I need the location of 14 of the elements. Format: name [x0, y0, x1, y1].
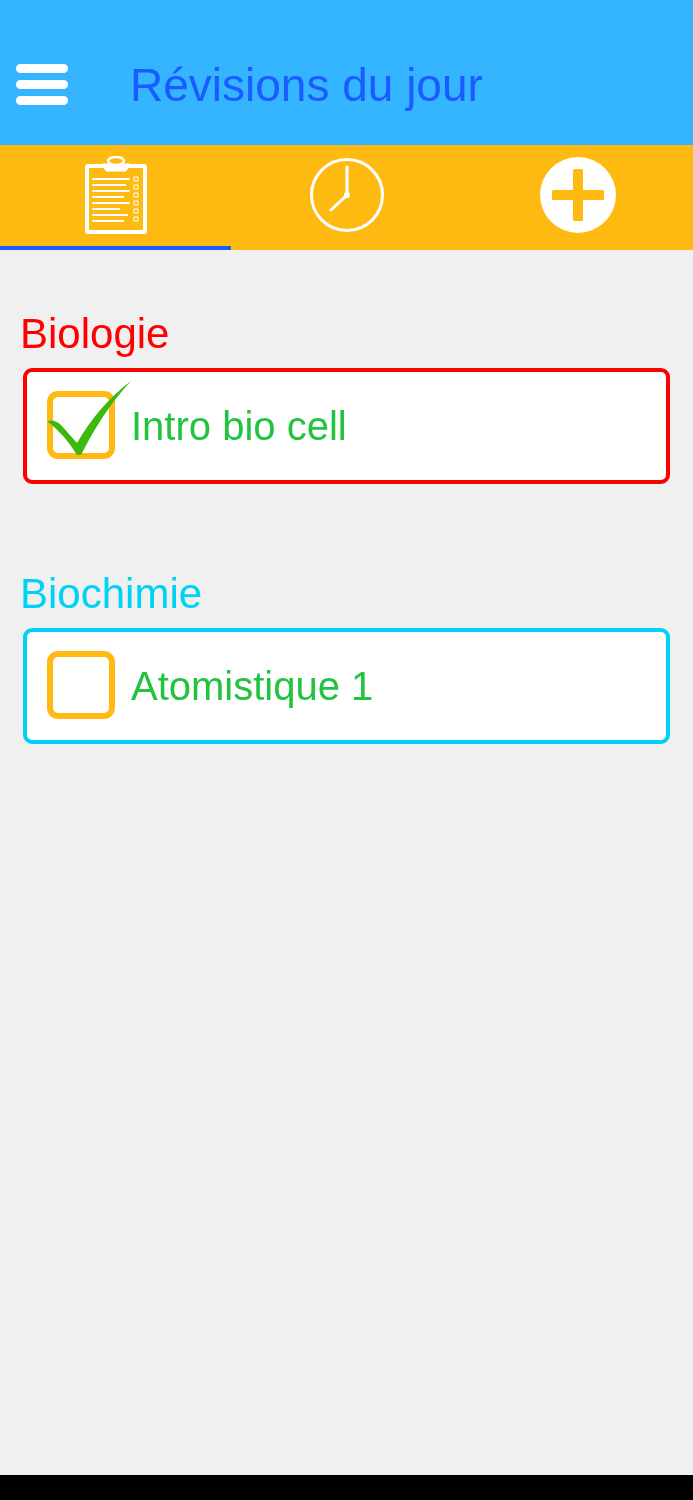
revision-card[interactable]: Intro bio cell [23, 368, 670, 484]
subject-heading: Biologie [20, 309, 171, 359]
checkmark-icon [47, 381, 131, 455]
add-icon [539, 156, 616, 233]
revision-card[interactable]: Atomistique 1 [23, 628, 670, 744]
clock-icon [308, 156, 385, 233]
screen-title: Révisions du jour [130, 58, 483, 112]
revision-label: Atomistique 1 [131, 663, 374, 709]
subject-heading: Biochimie [20, 569, 204, 619]
checkbox[interactable] [47, 651, 115, 719]
menu-icon[interactable] [16, 64, 68, 106]
revision-label: Intro bio cell [131, 403, 347, 449]
clipboard-icon [84, 155, 147, 234]
checkbox[interactable] [47, 381, 131, 459]
